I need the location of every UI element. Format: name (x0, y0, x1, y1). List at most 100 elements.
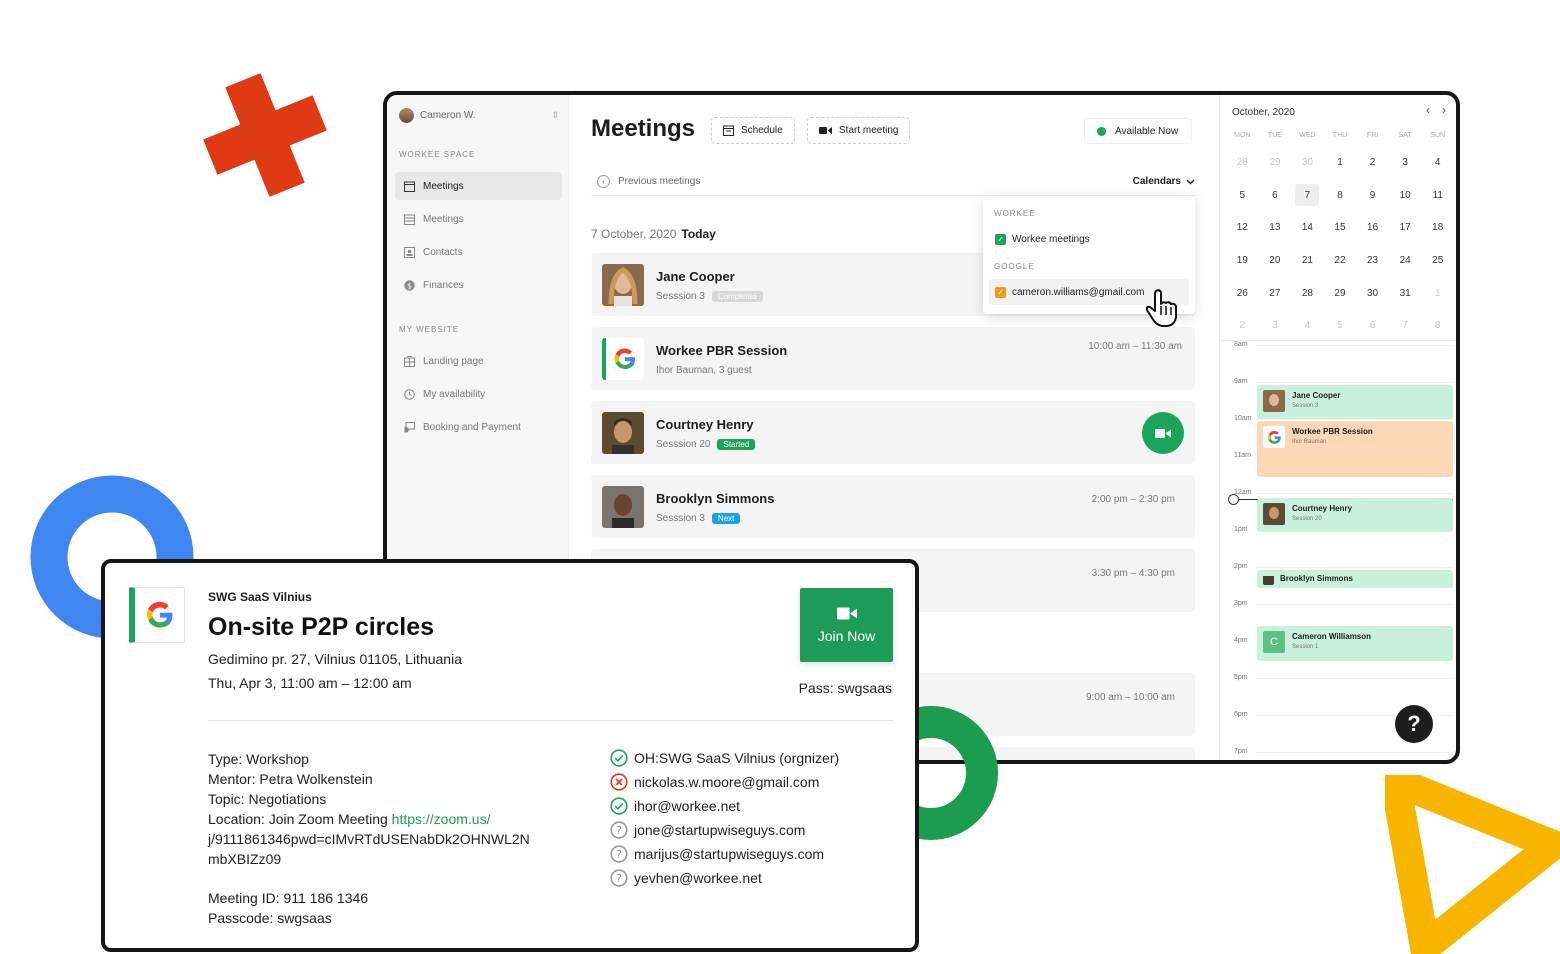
join-now-button[interactable]: Join Now (800, 588, 893, 662)
checkbox-checked-icon[interactable]: ✓ (995, 286, 1006, 298)
back-arrow-icon[interactable]: ‹ (597, 175, 610, 188)
meeting-card-workee-pbr[interactable]: Workee PBR Session Ihor Bauman, 3 guest … (591, 327, 1195, 390)
calendar-day[interactable]: 25 (1421, 244, 1454, 277)
calendar-day[interactable]: 1 (1324, 146, 1357, 179)
calendar-day[interactable]: 27 (1259, 277, 1292, 310)
calendar-day[interactable]: 20 (1259, 244, 1292, 277)
zoom-link[interactable]: https://zoom.us/ (392, 811, 491, 827)
event-title: On-site P2P circles (208, 613, 435, 641)
calendar-day[interactable]: 23 (1356, 244, 1389, 277)
timeline-event-workee-pbr[interactable]: Workee PBR Session Ihor Bauman (1257, 421, 1453, 477)
option-label: cameron.williams@gmail.com (1012, 286, 1145, 298)
calendar-day[interactable]: 31 (1389, 277, 1422, 310)
calendar-day[interactable]: 18 (1421, 211, 1454, 244)
calendar-day[interactable]: 4 (1421, 146, 1454, 179)
calendar-day[interactable]: 26 (1226, 277, 1259, 310)
calendar-day[interactable]: 8 (1324, 179, 1357, 212)
sidebar-item-label: Meetings (423, 213, 464, 225)
calendar-day[interactable]: 9 (1356, 179, 1389, 212)
weekday-label: FRI (1366, 132, 1379, 139)
calendar-day[interactable]: 21 (1291, 244, 1324, 277)
zoom-link-continued[interactable]: j/9111861346pwd=cIMvRTdUSENabDk2OHNWL2N (208, 829, 530, 849)
meeting-name: Courtney Henry (656, 417, 754, 432)
date-heading: 7 October, 2020 Today (591, 227, 716, 241)
calendar-day[interactable]: 13 (1259, 211, 1292, 244)
timeline-event-jane-cooper[interactable]: Jane Cooper Session 3 (1257, 385, 1453, 419)
start-meeting-label: Start meeting (839, 125, 899, 136)
calendar-day[interactable]: 10 (1389, 179, 1422, 212)
calendar-day[interactable]: 19 (1226, 244, 1259, 277)
event-organizer: SWG SaaS Vilnius (208, 590, 312, 604)
calendar-day[interactable]: 12 (1226, 211, 1259, 244)
avatar (1263, 390, 1285, 412)
calendar-day[interactable]: 28 (1291, 277, 1324, 310)
calendar-day[interactable]: 2 (1356, 146, 1389, 179)
calendar-day[interactable]: 3 (1259, 309, 1292, 342)
calendar-day[interactable]: 1 (1421, 277, 1454, 310)
timeline-event-brooklyn-simmons[interactable]: Brooklyn Simmons (1257, 570, 1453, 588)
calendar-day[interactable]: 2 (1226, 309, 1259, 342)
help-button[interactable]: ? (1395, 705, 1433, 743)
meetings-filter-bar: ‹ Previous meetings Calendars (591, 168, 1195, 196)
calendar-day[interactable]: 8 (1421, 309, 1454, 342)
yellow-triangle-decoration (1385, 775, 1560, 954)
availability-status-button[interactable]: Available Now (1084, 118, 1192, 144)
calendar-day[interactable]: 16 (1356, 211, 1389, 244)
attendee-row: ? marijus@startupwiseguys.com (610, 844, 824, 864)
attendee-row: ? yevhen@workee.net (610, 868, 762, 888)
start-meeting-button[interactable]: Start meeting (807, 117, 911, 144)
calendar-icon (723, 125, 734, 136)
calendar-day[interactable]: 29 (1259, 146, 1292, 179)
calendar-day[interactable]: 11 (1421, 179, 1454, 212)
attendee-row: OH:SWG SaaS Vilnius (orgnizer) (610, 748, 839, 768)
calendars-dropdown-toggle[interactable]: Calendars (1133, 176, 1195, 187)
calendar-day[interactable]: 30 (1291, 146, 1324, 179)
sidebar-item-my-availability[interactable]: My availability (395, 380, 562, 408)
chevron-right-icon[interactable]: › (1442, 103, 1446, 117)
workee-meetings-option[interactable]: ✓ Workee meetings (989, 226, 1189, 252)
schedule-button[interactable]: Schedule (711, 117, 795, 144)
calendar-day[interactable]: 29 (1324, 277, 1357, 310)
calendar-day[interactable]: 15 (1324, 211, 1357, 244)
sidebar-item-finances[interactable]: $ Finances (395, 271, 562, 299)
calendar-day[interactable]: 24 (1389, 244, 1422, 277)
timeline-event-courtney-henry[interactable]: Courtney Henry Session 20 (1257, 498, 1453, 532)
calendar-day[interactable]: 28 (1226, 146, 1259, 179)
calendar-day[interactable]: 6 (1259, 179, 1292, 212)
meeting-card-courtney-henry[interactable]: Courtney Henry Sesssion 20 Started (591, 401, 1195, 464)
attendee-row: ihor@workee.net (610, 796, 740, 816)
event-name: Cameron Williamson (1292, 632, 1372, 641)
calendar-day[interactable]: 17 (1389, 211, 1422, 244)
avatar: C (1263, 631, 1285, 653)
sidebar-item-booking-payment[interactable]: Booking and Payment (395, 413, 562, 441)
calendar-day[interactable]: 30 (1356, 277, 1389, 310)
sidebar-item-label: Contacts (423, 246, 463, 258)
zoom-link-end[interactable]: mbXBIZz09 (208, 849, 281, 869)
user-switcher[interactable]: Cameron W. ⇕ (399, 103, 559, 127)
sidebar-item-meetings[interactable]: Meetings (395, 172, 562, 200)
calendar-day[interactable]: 5 (1324, 309, 1357, 342)
sidebar-item-contacts[interactable]: Contacts (395, 238, 562, 266)
sidebar-item-meetings-2[interactable]: Meetings (395, 205, 562, 233)
previous-meetings-link[interactable]: Previous meetings (618, 176, 700, 187)
calendar-grid-icon (403, 213, 415, 225)
checkbox-checked-icon[interactable]: ✓ (995, 233, 1006, 245)
calendar-day[interactable]: 7 (1389, 309, 1422, 342)
sidebar-item-landing-page[interactable]: Landing page (395, 347, 562, 375)
payment-icon (403, 421, 415, 433)
clock-icon (403, 388, 415, 400)
meeting-card-brooklyn-simmons[interactable]: Brooklyn Simmons Sesssion 3 Next 2:00 pm … (591, 475, 1195, 538)
timeline-hour-label: 6pm (1234, 711, 1248, 718)
calendar-day[interactable]: 22 (1324, 244, 1357, 277)
join-video-button[interactable] (1142, 412, 1184, 454)
timeline-event-cameron-williamson[interactable]: C Cameron Williamson Session 1 (1257, 626, 1453, 661)
sort-arrows-icon: ⇕ (551, 109, 559, 120)
calendar-day[interactable]: 3 (1389, 146, 1422, 179)
chevron-left-icon[interactable]: ‹ (1426, 103, 1430, 117)
calendar-day[interactable]: 14 (1291, 211, 1324, 244)
month-navigation: ‹ › (1426, 103, 1446, 117)
calendar-day[interactable]: 5 (1226, 179, 1259, 212)
calendar-day[interactable]: 7 (1291, 179, 1324, 212)
calendar-day[interactable]: 6 (1356, 309, 1389, 342)
calendar-day[interactable]: 4 (1291, 309, 1324, 342)
